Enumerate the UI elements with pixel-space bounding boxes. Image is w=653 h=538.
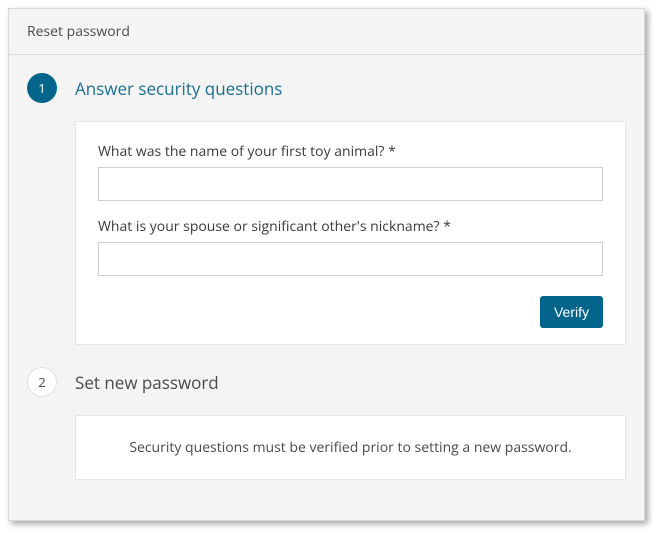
question-1-group: What was the name of your first toy anim… xyxy=(98,142,603,201)
question-2-group: What is your spouse or significant other… xyxy=(98,217,603,276)
step-set-new-password: 2 Set new password Security questions mu… xyxy=(27,367,626,480)
step-number-badge: 1 xyxy=(27,73,57,103)
card-title: Reset password xyxy=(27,22,626,41)
step-security-questions: 1 Answer security questions What was the… xyxy=(27,73,626,345)
verification-required-message: Security questions must be verified prio… xyxy=(98,438,603,457)
verify-button[interactable]: Verify xyxy=(540,296,603,328)
question-2-label: What is your spouse or significant other… xyxy=(98,217,603,236)
question-1-input[interactable] xyxy=(98,167,603,201)
card-header: Reset password xyxy=(9,9,644,55)
card-body: 1 Answer security questions What was the… xyxy=(9,55,644,520)
security-questions-panel: What was the name of your first toy anim… xyxy=(75,121,626,345)
new-password-message-panel: Security questions must be verified prio… xyxy=(75,415,626,480)
step-header: 1 Answer security questions xyxy=(27,73,626,103)
button-row: Verify xyxy=(98,296,603,328)
step-header: 2 Set new password xyxy=(27,367,626,397)
question-2-input[interactable] xyxy=(98,242,603,276)
reset-password-card: Reset password 1 Answer security questio… xyxy=(8,8,645,521)
step-number-badge: 2 xyxy=(27,367,57,397)
question-1-label: What was the name of your first toy anim… xyxy=(98,142,603,161)
step-title: Answer security questions xyxy=(75,77,282,100)
step-title: Set new password xyxy=(75,371,219,394)
